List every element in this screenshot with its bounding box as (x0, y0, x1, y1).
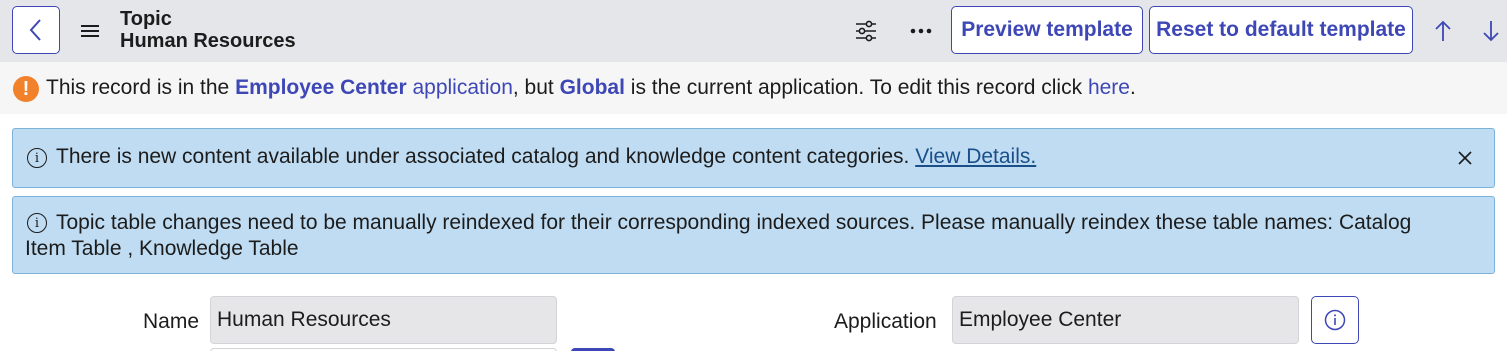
info-icon: i (27, 148, 47, 168)
name-field[interactable]: Human Resources (210, 296, 557, 344)
back-button[interactable] (12, 6, 60, 54)
preview-template-button[interactable]: Preview template (951, 6, 1143, 54)
application-name: Employee Center (235, 76, 407, 99)
application-label: Application (834, 310, 937, 333)
info-message-text: There is new content available under ass… (56, 145, 1036, 169)
application-info-button[interactable] (1311, 296, 1359, 344)
back-icon (29, 19, 41, 41)
more-options-button[interactable] (906, 16, 936, 46)
hamburger-icon[interactable] (79, 22, 101, 40)
application-field[interactable]: Employee Center (952, 296, 1299, 344)
application-link[interactable]: application (407, 76, 512, 99)
arrow-up-icon (1435, 20, 1451, 41)
warning-icon: ! (13, 76, 39, 102)
warning-text: , but (512, 76, 560, 99)
info-message-reindex: i Topic table changes need to be manuall… (12, 196, 1495, 274)
close-icon (1458, 151, 1472, 165)
record-type-title: Topic (120, 8, 172, 30)
name-label: Name (143, 310, 200, 333)
record-name-title: Human Resources (120, 30, 296, 52)
scope-warning-message: This record is in the Employee Center ap… (46, 76, 1136, 100)
info-text: There is new content available under ass… (56, 145, 916, 168)
edit-here-link[interactable]: here (1088, 76, 1130, 99)
arrow-down-icon (1483, 21, 1499, 42)
more-icon (910, 28, 932, 34)
close-message-button[interactable] (1456, 149, 1474, 167)
reset-template-button[interactable]: Reset to default template (1149, 6, 1413, 54)
info-message-text: Topic table changes need to be manually … (25, 211, 1412, 260)
warning-text: is the current application. To edit this… (624, 76, 1088, 99)
next-record-button[interactable] (1476, 16, 1506, 46)
personalize-form-button[interactable] (851, 16, 881, 46)
current-application-name: Global (559, 76, 625, 99)
info-message-new-content: i There is new content available under a… (12, 128, 1495, 188)
info-icon (1324, 309, 1346, 331)
previous-record-button[interactable] (1428, 16, 1458, 46)
settings-sliders-icon (856, 20, 876, 42)
warning-text: . (1129, 76, 1136, 99)
page-title: Topic Human Resources (120, 8, 296, 52)
view-details-link[interactable]: View Details. (915, 145, 1036, 168)
warning-text: This record is in the (46, 76, 236, 99)
